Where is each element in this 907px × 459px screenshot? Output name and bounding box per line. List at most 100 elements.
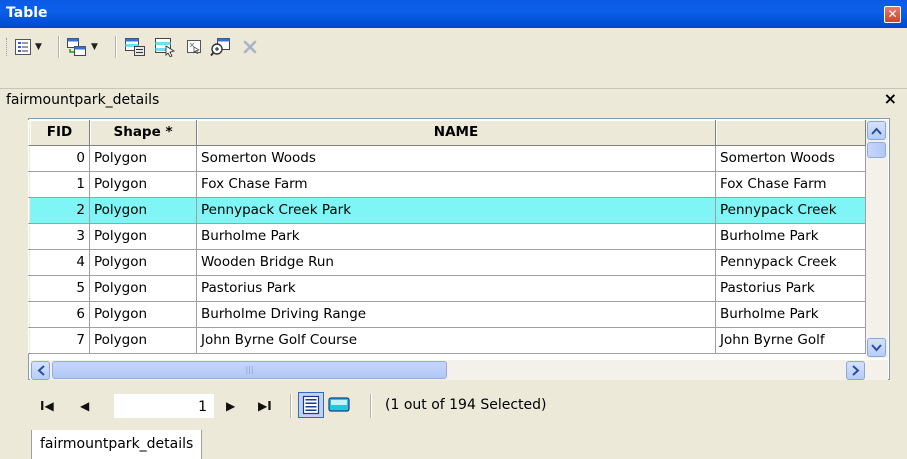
- vertical-scrollbar[interactable]: [866, 120, 888, 358]
- toolbar-grip: [6, 38, 10, 56]
- table-row[interactable]: 2 Polygon Pennypack Creek Park Pennypack Cr…: [30, 198, 866, 224]
- switch-selection-icon: [155, 38, 176, 57]
- cell-shape[interactable]: Polygon: [90, 172, 197, 198]
- cell-name2[interactable]: Somerton Woods: [716, 146, 866, 172]
- cell-name[interactable]: Burholme Park: [197, 224, 716, 250]
- cell-name2[interactable]: Pennypack Creek: [716, 250, 866, 276]
- nav-separator: [290, 394, 292, 418]
- clear-selection-icon: [187, 40, 201, 54]
- cell-name[interactable]: Burholme Driving Range: [197, 302, 716, 328]
- cell-fid[interactable]: 6: [30, 302, 90, 328]
- left-margin: [0, 112, 28, 430]
- cell-shape[interactable]: Polygon: [90, 224, 197, 250]
- toolbar-separator: [58, 36, 60, 58]
- title-bar: Table ✕: [0, 0, 907, 28]
- cell-fid[interactable]: 2: [30, 198, 90, 224]
- previous-record-button[interactable]: ◀: [80, 399, 89, 413]
- show-selected-records-button[interactable]: [326, 392, 352, 418]
- column-header-shape[interactable]: Shape *: [90, 120, 197, 146]
- delete-selected-icon: [243, 40, 257, 54]
- toolbar-separator: [115, 36, 117, 58]
- scroll-down-button[interactable]: [867, 338, 886, 357]
- vertical-scroll-thumb[interactable]: [867, 142, 886, 158]
- table-row[interactable]: 6 Polygon Burholme Driving Range Burholme P…: [30, 302, 866, 328]
- cell-shape[interactable]: Polygon: [90, 250, 197, 276]
- table-options-button[interactable]: ▼: [14, 36, 42, 58]
- table-options-icon: [15, 39, 31, 55]
- current-record-field[interactable]: 1: [114, 394, 214, 418]
- chevron-left-icon: [37, 365, 45, 376]
- column-header-fid[interactable]: FID: [30, 120, 90, 146]
- cell-shape[interactable]: Polygon: [90, 328, 197, 354]
- next-record-button[interactable]: ▶: [226, 399, 235, 413]
- related-tables-button[interactable]: ▼: [66, 36, 98, 58]
- cell-fid[interactable]: 4: [30, 250, 90, 276]
- chevron-down-icon: ▼: [35, 42, 42, 52]
- cell-name2[interactable]: Fox Chase Farm: [716, 172, 866, 198]
- switch-selection-button[interactable]: [153, 36, 177, 58]
- select-by-attributes-icon: [125, 38, 145, 56]
- select-by-attributes-button[interactable]: [123, 36, 147, 58]
- table-row[interactable]: 0 Polygon Somerton Woods Somerton Woods: [30, 146, 866, 172]
- header-row: FID Shape * NAME: [30, 120, 866, 146]
- record-navigation-bar: I◀ ◀ 1 ▶ ▶I (1 out of 194 Selected): [28, 384, 890, 428]
- column-header-name[interactable]: NAME: [197, 120, 716, 146]
- cell-name[interactable]: Fox Chase Farm: [197, 172, 716, 198]
- chevron-right-icon: [851, 365, 859, 376]
- cell-name[interactable]: Wooden Bridge Run: [197, 250, 716, 276]
- window-close-button[interactable]: ✕: [884, 6, 901, 23]
- close-icon: ✕: [887, 7, 898, 21]
- cell-fid[interactable]: 1: [30, 172, 90, 198]
- cell-shape[interactable]: Polygon: [90, 198, 197, 224]
- window-title: Table: [6, 5, 48, 21]
- cell-name2[interactable]: Burholme Park: [716, 302, 866, 328]
- tab-fairmountpark-details[interactable]: fairmountpark_details: [31, 430, 203, 459]
- cell-fid[interactable]: 7: [30, 328, 90, 354]
- cell-shape[interactable]: Polygon: [90, 302, 197, 328]
- cell-name[interactable]: John Byrne Golf Course: [197, 328, 716, 354]
- clear-selection-button[interactable]: [183, 36, 205, 58]
- show-all-records-icon: [302, 395, 320, 415]
- cell-fid[interactable]: 3: [30, 224, 90, 250]
- table-name: fairmountpark_details: [6, 92, 160, 108]
- scroll-up-button[interactable]: [867, 121, 886, 140]
- table-row[interactable]: 1 Polygon Fox Chase Farm Fox Chase Farm: [30, 172, 866, 198]
- table-row[interactable]: 3 Polygon Burholme Park Burholme Park: [30, 224, 866, 250]
- delete-selected-button[interactable]: [239, 36, 261, 58]
- show-selected-records-icon: [328, 397, 350, 412]
- table-row[interactable]: 5 Polygon Pastorius Park Pastorius Park: [30, 276, 866, 302]
- cell-name2[interactable]: Burholme Park: [716, 224, 866, 250]
- cell-shape[interactable]: Polygon: [90, 146, 197, 172]
- cell-name[interactable]: Pennypack Creek Park: [197, 198, 716, 224]
- column-header-name2[interactable]: [716, 120, 866, 146]
- chevron-up-icon: [871, 127, 882, 135]
- show-all-records-button[interactable]: [298, 392, 324, 418]
- zoom-to-selected-button[interactable]: [209, 36, 233, 58]
- nav-separator: [370, 394, 372, 418]
- cell-name2[interactable]: John Byrne Golf: [716, 328, 866, 354]
- table-row[interactable]: 4 Polygon Wooden Bridge Run Pennypack Creek: [30, 250, 866, 276]
- cell-name2[interactable]: Pastorius Park: [716, 276, 866, 302]
- cell-name2[interactable]: Pennypack Creek: [716, 198, 866, 224]
- related-tables-icon: [67, 38, 86, 56]
- table-close-button[interactable]: ×: [884, 89, 897, 108]
- horizontal-scrollbar[interactable]: |||: [30, 360, 888, 380]
- scroll-left-button[interactable]: [31, 361, 50, 380]
- zoom-to-selected-icon: [210, 38, 230, 57]
- toolbar: ▼ ▼: [0, 28, 907, 64]
- last-record-button[interactable]: ▶I: [258, 399, 272, 413]
- table-name-bar: fairmountpark_details ×: [0, 88, 907, 112]
- table-tab-strip: fairmountpark_details: [0, 430, 907, 459]
- first-record-button[interactable]: I◀: [40, 399, 54, 413]
- attribute-grid: FID Shape * NAME 0 Polygon Somerton Woods S…: [30, 120, 866, 360]
- cell-name[interactable]: Somerton Woods: [197, 146, 716, 172]
- cell-fid[interactable]: 0: [30, 146, 90, 172]
- cell-fid[interactable]: 5: [30, 276, 90, 302]
- scroll-right-button[interactable]: [846, 361, 865, 380]
- selection-status: (1 out of 194 Selected): [385, 397, 547, 413]
- chevron-down-icon: ▼: [91, 42, 98, 52]
- cell-shape[interactable]: Polygon: [90, 276, 197, 302]
- cell-name[interactable]: Pastorius Park: [197, 276, 716, 302]
- table-row[interactable]: 7 Polygon John Byrne Golf Course John Byrne…: [30, 328, 866, 354]
- horizontal-scroll-thumb[interactable]: |||: [52, 361, 447, 379]
